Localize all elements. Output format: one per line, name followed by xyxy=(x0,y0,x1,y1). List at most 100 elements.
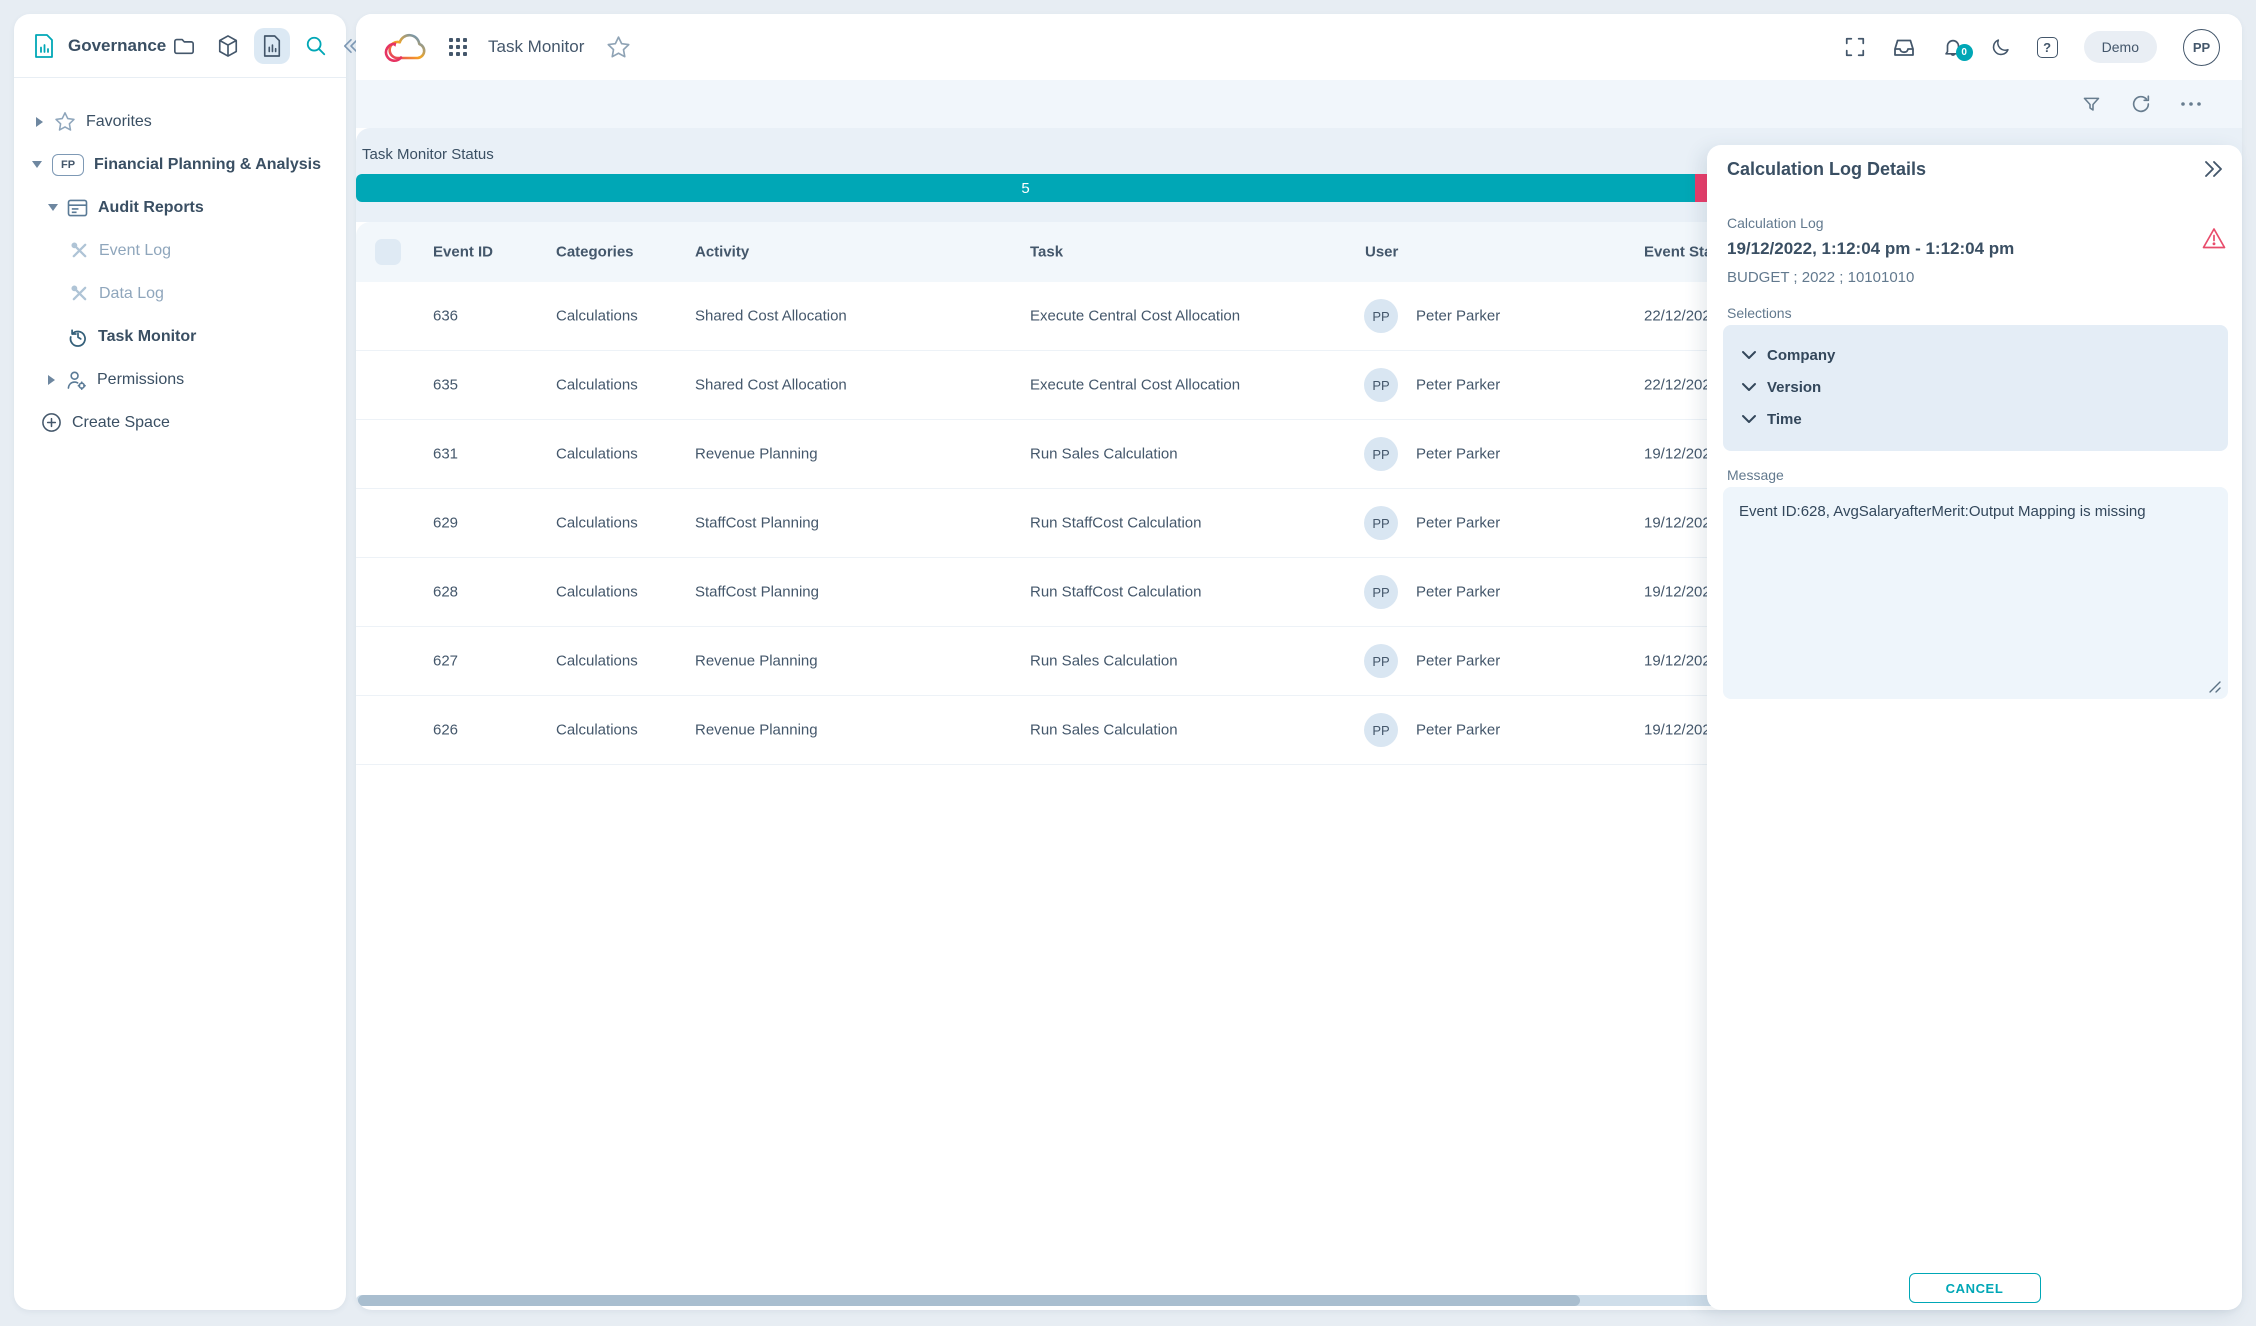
cell-user: Peter Parker xyxy=(1416,584,1500,601)
column-header[interactable]: User xyxy=(1365,244,1398,261)
sidebar-item-data-log[interactable]: Data Log xyxy=(14,272,346,315)
cell-user: Peter Parker xyxy=(1416,308,1500,325)
app-header: Task Monitor 0 xyxy=(356,14,2242,80)
avatar: PP xyxy=(1364,368,1398,402)
content-toolbar xyxy=(356,80,2242,128)
sidebar-item-favorites[interactable]: Favorites xyxy=(14,100,346,143)
message-label: Message xyxy=(1727,467,1784,483)
cell-event-start: 19/12/202 xyxy=(1644,446,1711,463)
cell-category: Calculations xyxy=(556,584,638,601)
caret-down-icon[interactable] xyxy=(32,161,42,168)
sidebar-toolbar xyxy=(166,28,360,64)
tools-icon xyxy=(70,284,89,303)
cell-event-start: 22/12/202 xyxy=(1644,377,1711,394)
chevron-down-icon xyxy=(1741,350,1757,360)
capsule-doc-icon xyxy=(32,33,56,59)
cell-task: Execute Central Cost Allocation xyxy=(1030,308,1240,325)
cell-category: Calculations xyxy=(556,446,638,463)
cell-category: Calculations xyxy=(556,515,638,532)
caret-right-icon[interactable] xyxy=(48,375,55,385)
fullscreen-icon[interactable] xyxy=(1844,36,1866,58)
resize-handle-icon[interactable] xyxy=(2207,679,2221,693)
cell-event-id: 627 xyxy=(433,653,458,670)
demo-badge[interactable]: Demo xyxy=(2084,31,2157,63)
status-count: 5 xyxy=(1021,180,1029,197)
cell-task: Run StaffCost Calculation xyxy=(1030,584,1201,601)
avatar: PP xyxy=(1364,299,1398,333)
collapse-right-icon[interactable] xyxy=(2202,159,2224,179)
more-icon[interactable] xyxy=(2180,101,2202,107)
cancel-button[interactable]: CANCEL xyxy=(1909,1273,2041,1303)
selection-version[interactable]: Version xyxy=(1741,371,2228,403)
cell-event-start: 22/12/202 xyxy=(1644,308,1711,325)
header-actions: 0 ? Demo PP xyxy=(1844,29,2220,66)
column-header[interactable]: Task xyxy=(1030,244,1063,261)
panel-title: Calculation Log Details xyxy=(1727,159,1926,180)
column-header[interactable]: Categories xyxy=(556,244,634,261)
selection-time[interactable]: Time xyxy=(1741,403,2228,435)
column-header[interactable]: Event ID xyxy=(433,244,493,261)
board-logo xyxy=(384,27,430,67)
calculation-log-details-panel: Calculation Log Details Calculation Log … xyxy=(1707,145,2242,1310)
cell-user: Peter Parker xyxy=(1416,653,1500,670)
avatar: PP xyxy=(1364,713,1398,747)
cell-user: Peter Parker xyxy=(1416,446,1500,463)
cell-event-id: 629 xyxy=(433,515,458,532)
search-icon[interactable] xyxy=(298,28,334,64)
bell-icon[interactable]: 0 xyxy=(1942,36,1964,59)
cell-activity: StaffCost Planning xyxy=(695,584,819,601)
avatar: PP xyxy=(1364,506,1398,540)
cell-activity: Revenue Planning xyxy=(695,446,818,463)
history-icon xyxy=(68,327,88,347)
space-title: Governance xyxy=(68,36,166,56)
filter-icon[interactable] xyxy=(2081,94,2102,115)
cell-event-start: 19/12/202 xyxy=(1644,653,1711,670)
cell-activity: StaffCost Planning xyxy=(695,515,819,532)
sidebar-item-permissions[interactable]: Permissions xyxy=(14,358,346,401)
sidebar-item-event-log[interactable]: Event Log xyxy=(14,229,346,272)
folder-icon[interactable] xyxy=(166,28,202,64)
cube-icon[interactable] xyxy=(210,28,246,64)
sidebar: Governance xyxy=(14,14,346,1310)
sidebar-item-label: Event Log xyxy=(99,242,171,260)
refresh-icon[interactable] xyxy=(2130,93,2152,115)
cell-event-id: 636 xyxy=(433,308,458,325)
caret-down-icon[interactable] xyxy=(48,204,58,211)
cell-activity: Shared Cost Allocation xyxy=(695,308,847,325)
cell-category: Calculations xyxy=(556,377,638,394)
user-avatar[interactable]: PP xyxy=(2183,29,2220,66)
space-badge: FP xyxy=(52,154,84,176)
sidebar-item-audit-reports[interactable]: Audit Reports xyxy=(14,186,346,229)
log-time: 19/12/2022, 1:12:04 pm - 1:12:04 pm xyxy=(1727,239,2014,259)
sidebar-item-label: Financial Planning & Analysis xyxy=(94,156,321,174)
caret-right-icon[interactable] xyxy=(36,117,43,127)
doc-view-icon[interactable] xyxy=(254,28,290,64)
sidebar-item-label: Audit Reports xyxy=(98,199,204,217)
log-context: BUDGET ; 2022 ; 10101010 xyxy=(1727,269,1914,286)
message-box[interactable]: Event ID:628, AvgSalaryafterMerit:Output… xyxy=(1723,487,2228,699)
selection-company[interactable]: Company xyxy=(1741,339,2228,371)
warning-icon xyxy=(2202,227,2226,249)
select-all-checkbox[interactable] xyxy=(375,239,401,265)
chevron-down-icon xyxy=(1741,382,1757,392)
cell-task: Run Sales Calculation xyxy=(1030,653,1178,670)
status-segment-ok[interactable]: 5 xyxy=(356,174,1695,202)
favorite-star-icon[interactable] xyxy=(606,35,631,59)
inbox-icon[interactable] xyxy=(1892,36,1916,58)
star-icon xyxy=(54,111,76,132)
create-space-button[interactable]: Create Space xyxy=(14,401,346,444)
horizontal-scrollbar[interactable] xyxy=(356,1295,1716,1306)
sidebar-item-task-monitor[interactable]: Task Monitor xyxy=(14,315,346,358)
selections-box: Company Version Time xyxy=(1723,325,2228,451)
cell-category: Calculations xyxy=(556,722,638,739)
scrollbar-thumb[interactable] xyxy=(358,1295,1580,1306)
cell-category: Calculations xyxy=(556,308,638,325)
status-label: Task Monitor Status xyxy=(362,146,494,163)
column-header[interactable]: Activity xyxy=(695,244,749,261)
sidebar-header: Governance xyxy=(14,14,346,78)
moon-icon[interactable] xyxy=(1990,37,2011,58)
cell-event-id: 628 xyxy=(433,584,458,601)
sidebar-item-fpa[interactable]: FP Financial Planning & Analysis xyxy=(14,143,346,186)
grid-icon[interactable] xyxy=(448,37,468,57)
help-icon[interactable]: ? xyxy=(2037,37,2058,58)
